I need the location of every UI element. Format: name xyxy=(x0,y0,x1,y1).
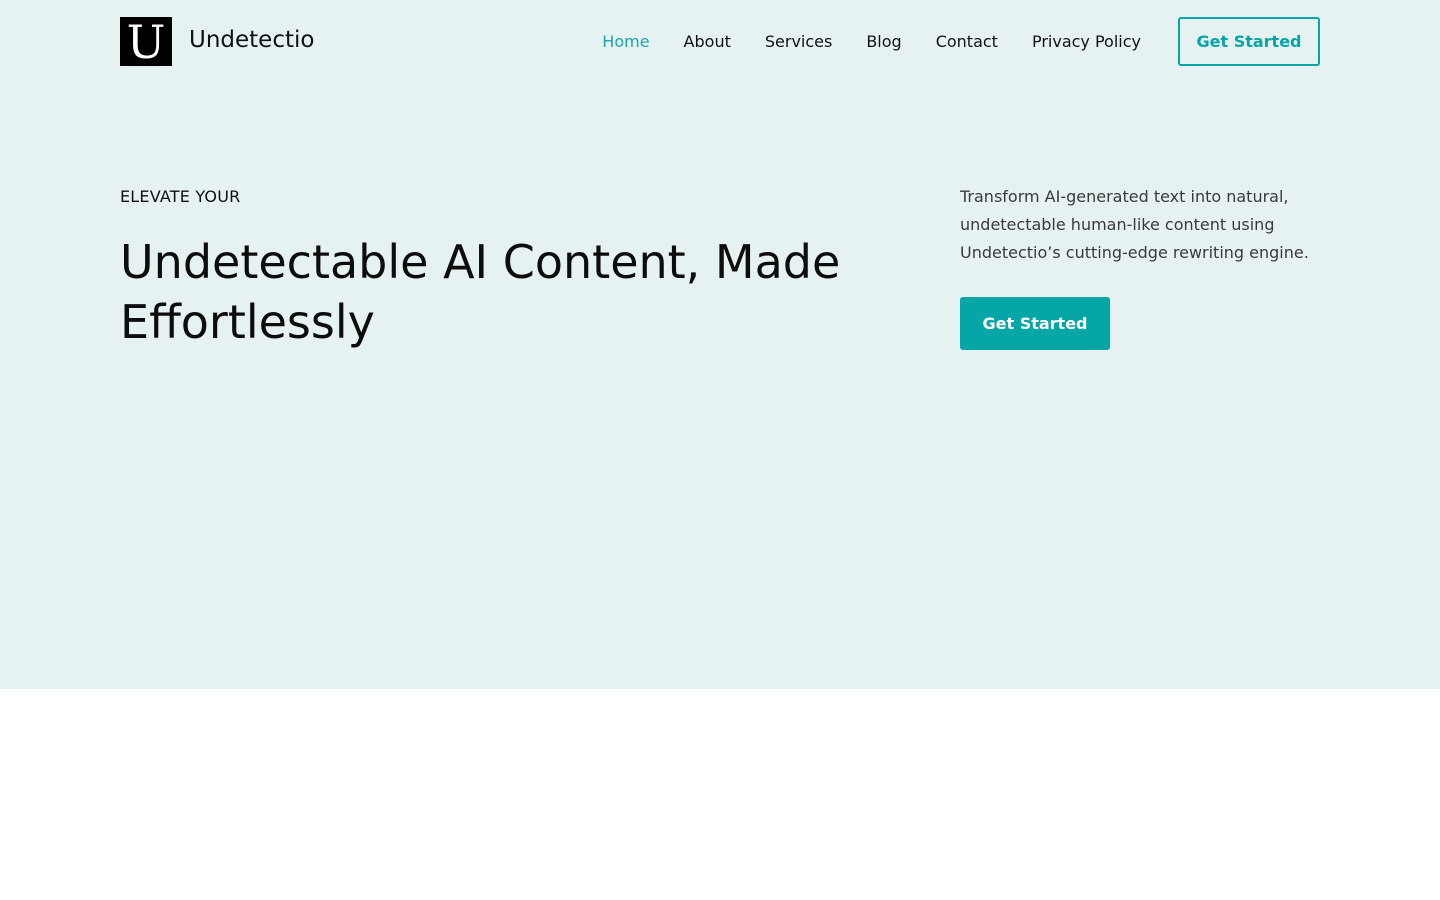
header-get-started-button[interactable]: Get Started xyxy=(1178,17,1320,66)
nav-item-home: Home xyxy=(602,30,649,54)
nav-link-privacy-policy[interactable]: Privacy Policy xyxy=(1032,32,1141,51)
hero-title: Undetectable AI Content, Made Effortless… xyxy=(120,235,841,349)
hero-eyebrow: ELEVATE YOUR xyxy=(120,187,241,206)
nav-link-services[interactable]: Services xyxy=(765,32,832,51)
hero-get-started-button[interactable]: Get Started xyxy=(960,297,1110,350)
brand-name[interactable]: Undetectio xyxy=(189,25,314,55)
nav-item-about: About xyxy=(684,30,731,54)
nav-item-services: Services xyxy=(765,30,832,54)
hero-description: Transform AI-generated text into natural… xyxy=(960,187,1309,262)
nav-item-blog: Blog xyxy=(866,30,901,54)
nav-link-blog[interactable]: Blog xyxy=(866,32,901,51)
logo-letter: U xyxy=(126,15,166,69)
nav-link-about[interactable]: About xyxy=(684,32,731,51)
nav-link-contact[interactable]: Contact xyxy=(936,32,998,51)
nav-link-home[interactable]: Home xyxy=(602,32,649,51)
nav-item-privacy-policy: Privacy Policy xyxy=(1032,30,1141,54)
hero-section: U Undetectio Home About Services Blog Co… xyxy=(0,0,1440,689)
logo-icon[interactable]: U xyxy=(120,15,172,69)
nav-item-contact: Contact xyxy=(936,30,998,54)
site-header: U Undetectio Home About Services Blog Co… xyxy=(120,15,1320,69)
main-nav: Home About Services Blog Contact Privacy… xyxy=(602,30,1141,54)
